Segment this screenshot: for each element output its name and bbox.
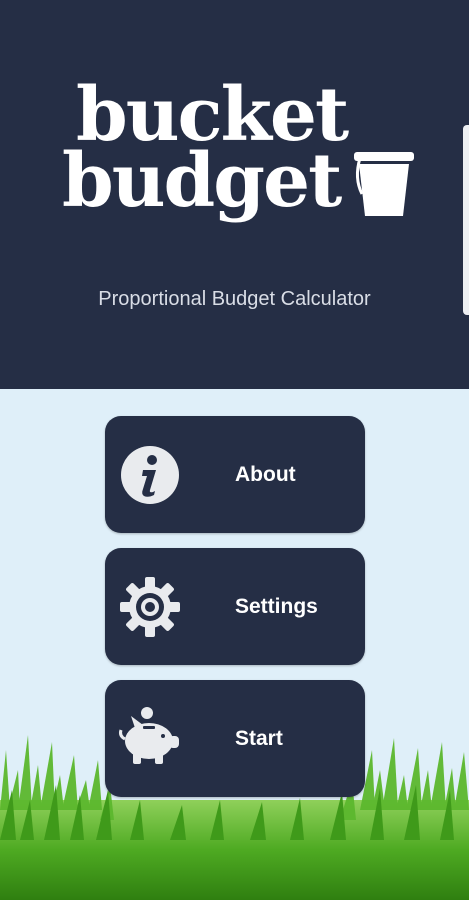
bucket-icon xyxy=(354,152,414,216)
settings-label: Settings xyxy=(235,595,318,618)
side-drawer-handle[interactable] xyxy=(463,125,469,315)
about-label: About xyxy=(235,463,296,486)
app-header: bucket budget Proportional Budget Calcul… xyxy=(0,0,469,389)
settings-button[interactable]: Settings xyxy=(105,548,365,665)
gear-icon xyxy=(120,577,180,637)
about-button[interactable]: About xyxy=(105,416,365,533)
logo-line-budget: budget xyxy=(62,138,342,224)
start-button[interactable]: Start xyxy=(105,680,365,797)
app-subtitle: Proportional Budget Calculator xyxy=(98,288,371,310)
piggy-bank-icon xyxy=(119,707,179,764)
info-icon xyxy=(121,446,179,504)
start-label: Start xyxy=(235,727,283,750)
app-logo: bucket budget xyxy=(62,78,422,228)
